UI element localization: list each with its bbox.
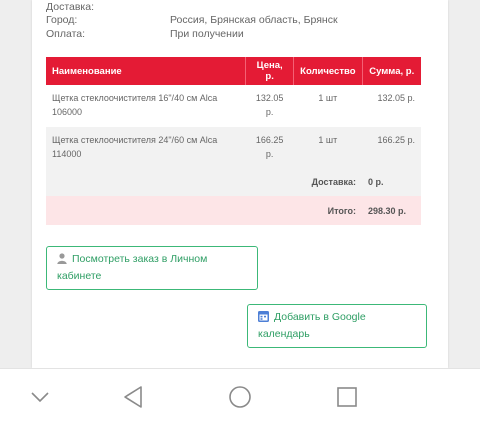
item-name: Щетка стеклоочистителя 16"/40 см Alca 10… [46,85,246,127]
city-label: Город: [46,14,78,26]
table-row: Щетка стеклоочистителя 24"/60 см Alca 11… [46,127,421,167]
add-calendar-label: Добавить в Google календарь [258,311,366,340]
back-button[interactable] [103,369,163,424]
view-order-label: Посмотреть заказ в Личном кабинете [57,253,208,282]
view-order-button[interactable]: Посмотреть заказ в Личном кабинете [46,246,258,290]
hide-keyboard-button[interactable] [10,369,70,424]
android-navigation-bar [0,368,480,424]
city-value: Россия, Брянская область, Брянск [170,14,338,26]
delivery-cost-row: Доставка: 0 р. [46,167,421,196]
delivery-cost-label: Доставка: [46,167,363,196]
column-header-sum: Сумма, р. [361,57,421,85]
user-icon [57,253,67,269]
item-quantity: 1 шт [293,85,363,127]
item-name: Щетка стеклоочистителя 24"/60 см Alca 11… [46,127,246,167]
total-value: 298.30 р. [362,196,421,225]
order-items-table: Наименование Цена, р. Количество Сумма, … [46,57,421,225]
add-to-google-calendar-button[interactable]: Добавить в Google календарь [247,304,427,348]
delivery-label: Доставка: [46,1,95,13]
calendar-icon [258,311,269,327]
back-triangle-icon [124,386,142,408]
item-price: 166.25 р. [245,127,294,167]
table-row: Щетка стеклоочистителя 16"/40 см Alca 10… [46,85,421,127]
item-quantity: 1 шт [293,127,363,167]
column-header-price: Цена, р. [245,57,294,85]
recents-button[interactable] [317,369,377,424]
item-sum: 166.25 р. [362,127,421,167]
recents-square-icon [337,387,357,407]
home-circle-icon [229,386,251,408]
total-label: Итого: [46,196,363,225]
home-button[interactable] [210,369,270,424]
item-sum: 132.05 р. [362,85,421,127]
payment-label: Оплата: [46,28,86,40]
payment-value: При получении [170,28,244,40]
chevron-down-icon [31,392,49,403]
order-confirmation-card: Доставка: Город: Россия, Брянская област… [32,0,448,368]
delivery-cost-value: 0 р. [362,167,421,196]
table-header-row: Наименование Цена, р. Количество Сумма, … [46,57,421,85]
total-row: Итого: 298.30 р. [46,196,421,225]
column-header-name: Наименование [46,57,246,85]
column-header-quantity: Количество [293,57,363,85]
item-price: 132.05 р. [245,85,294,127]
